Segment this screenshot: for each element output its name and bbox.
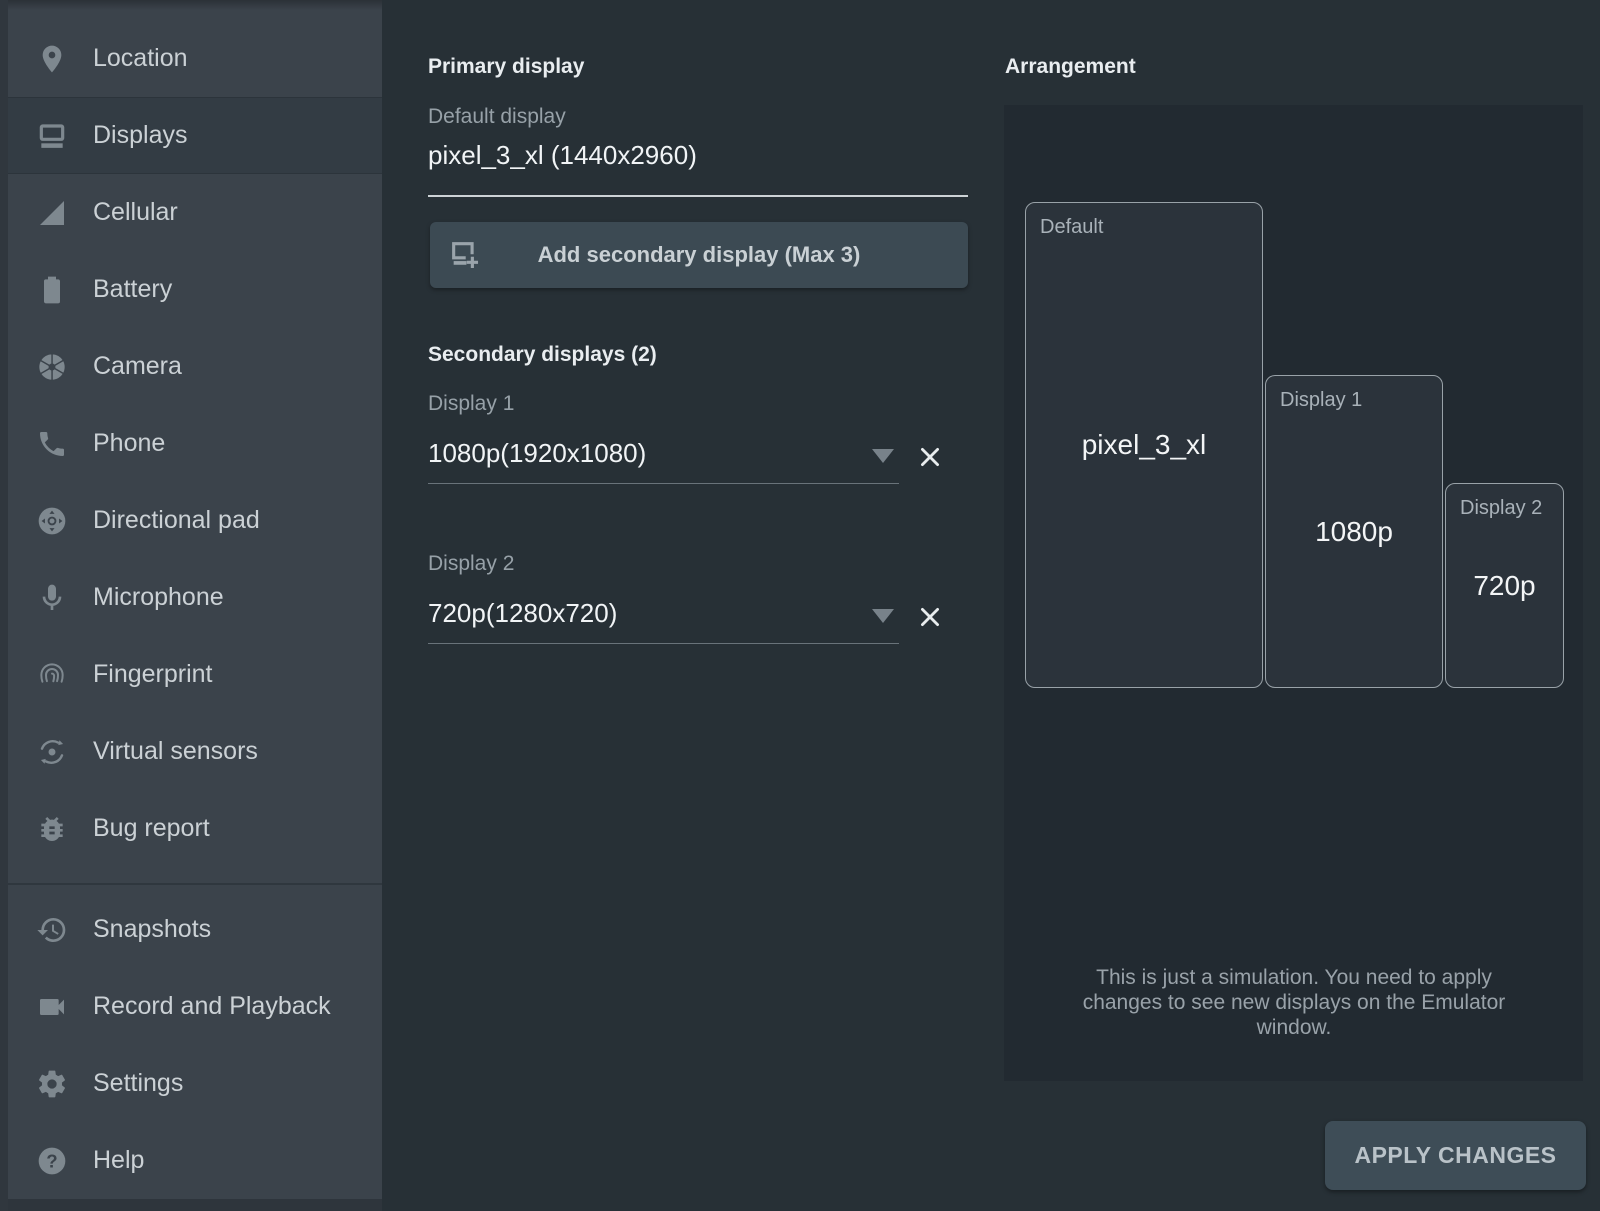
svg-text:?: ? — [46, 1150, 57, 1171]
battery-icon — [36, 274, 68, 306]
cellular-signal-icon — [36, 197, 68, 229]
primary-display-section-title: Primary display — [428, 55, 584, 79]
sidebar-item-label: Displays — [93, 121, 187, 150]
arrangement-box-default-name: pixel_3_xl — [1026, 203, 1262, 687]
apply-changes-label: APPLY CHANGES — [1354, 1142, 1556, 1169]
sidebar-item-microphone[interactable]: Microphone — [0, 559, 382, 636]
help-icon: ? — [36, 1145, 68, 1177]
arrangement-box-display-1[interactable]: Display 1 1080p — [1265, 375, 1443, 688]
sidebar-item-fingerprint[interactable]: Fingerprint — [0, 636, 382, 713]
sidebar-item-label: Directional pad — [93, 506, 260, 535]
sidebar-item-bug-report[interactable]: Bug report — [0, 790, 382, 867]
location-pin-icon — [36, 43, 68, 75]
sidebar-item-location[interactable]: Location — [0, 20, 382, 97]
arrangement-box-display-1-name: 1080p — [1266, 376, 1442, 687]
camera-shutter-icon — [36, 351, 68, 383]
display-2-label: Display 2 — [428, 552, 514, 576]
history-icon — [36, 914, 68, 946]
add-secondary-display-label: Add secondary display (Max 3) — [538, 242, 861, 268]
dpad-icon — [36, 505, 68, 537]
sidebar-nav: Location Displays Cellular Battery — [0, 20, 382, 1199]
sidebar-item-label: Cellular — [93, 198, 178, 227]
sidebar-item-battery[interactable]: Battery — [0, 251, 382, 328]
sidebar-item-label: Settings — [93, 1069, 183, 1098]
display-2-resolution-select[interactable]: 720p(1280x720) — [428, 598, 617, 629]
sidebar-item-label: Battery — [93, 275, 172, 304]
sidebar-item-virtual-sensors[interactable]: Virtual sensors — [0, 713, 382, 790]
display-2-dropdown-arrow-icon[interactable] — [872, 609, 894, 623]
sidebar-item-label: Snapshots — [93, 915, 211, 944]
sidebar-item-phone[interactable]: Phone — [0, 405, 382, 482]
display-1-label: Display 1 — [428, 392, 514, 416]
sidebar-item-camera[interactable]: Camera — [0, 328, 382, 405]
sidebar-item-label: Record and Playback — [93, 992, 331, 1021]
virtual-sensors-icon — [36, 736, 68, 768]
gear-icon — [36, 1068, 68, 1100]
arrangement-box-default[interactable]: Default pixel_3_xl — [1025, 202, 1263, 688]
sidebar-bottom-strip — [0, 1199, 382, 1211]
arrangement-box-display-2[interactable]: Display 2 720p — [1445, 483, 1564, 688]
add-display-icon — [448, 238, 482, 272]
sidebar-item-snapshots[interactable]: Snapshots — [0, 891, 382, 968]
display-2-remove-button[interactable] — [917, 604, 943, 630]
sidebar-item-label: Location — [93, 44, 188, 73]
display-1-resolution-select[interactable]: 1080p(1920x1080) — [428, 438, 646, 469]
sidebar-item-record-playback[interactable]: Record and Playback — [0, 968, 382, 1045]
display-1-remove-button[interactable] — [917, 444, 943, 470]
sidebar-item-label: Virtual sensors — [93, 737, 258, 766]
display-2-underline — [428, 643, 899, 644]
arrangement-section-title: Arrangement — [1005, 55, 1136, 79]
sidebar-item-label: Camera — [93, 352, 182, 381]
sidebar-item-cellular[interactable]: Cellular — [0, 174, 382, 251]
simulation-note: This is just a simulation. You need to a… — [1059, 965, 1529, 1040]
display-1-dropdown-arrow-icon[interactable] — [872, 449, 894, 463]
microphone-icon — [36, 582, 68, 614]
sidebar-item-label: Phone — [93, 429, 165, 458]
phone-icon — [36, 428, 68, 460]
sidebar-divider — [0, 883, 382, 885]
sidebar-item-displays[interactable]: Displays — [0, 97, 382, 174]
displays-icon — [36, 120, 68, 152]
display-1-underline — [428, 483, 899, 484]
sidebar-item-directional-pad[interactable]: Directional pad — [0, 482, 382, 559]
sidebar-item-label: Bug report — [93, 814, 210, 843]
default-display-value: pixel_3_xl (1440x2960) — [428, 140, 697, 171]
sidebar-item-label: Microphone — [93, 583, 224, 612]
default-display-underline — [428, 195, 968, 197]
sidebar-item-label: Fingerprint — [93, 660, 213, 689]
fingerprint-icon — [36, 659, 68, 691]
bug-icon — [36, 813, 68, 845]
add-secondary-display-button[interactable]: Add secondary display (Max 3) — [430, 222, 968, 288]
sidebar-item-label: Help — [93, 1146, 144, 1175]
default-display-label: Default display — [428, 105, 566, 129]
sidebar: Location Displays Cellular Battery — [0, 0, 382, 1211]
sidebar-item-settings[interactable]: Settings — [0, 1045, 382, 1122]
arrangement-box-display-2-name: 720p — [1446, 484, 1563, 687]
sidebar-left-edge — [0, 0, 8, 1211]
secondary-displays-section-title: Secondary displays (2) — [428, 343, 657, 367]
videocam-icon — [36, 991, 68, 1023]
sidebar-item-help[interactable]: ? Help — [0, 1122, 382, 1199]
apply-changes-button[interactable]: APPLY CHANGES — [1325, 1121, 1586, 1190]
